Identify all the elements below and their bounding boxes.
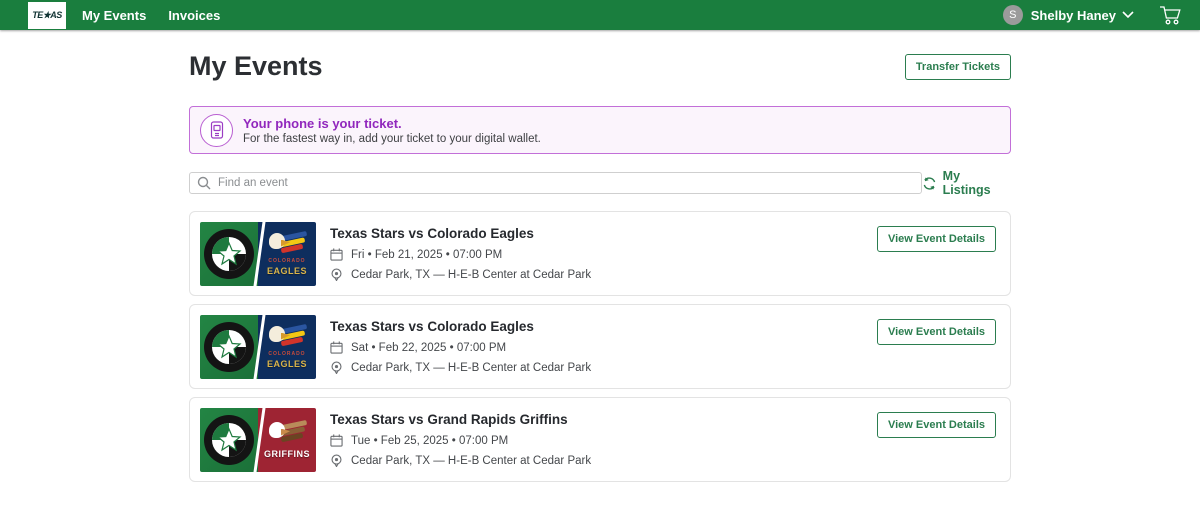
banner-text: Your phone is your ticket. For the faste… xyxy=(243,116,541,145)
event-location-row: Cedar Park, TX — H-E-B Center at Cedar P… xyxy=(330,454,591,467)
phone-icon xyxy=(200,114,233,147)
texas-stars-logo xyxy=(203,414,255,466)
event-location-row: Cedar Park, TX — H-E-B Center at Cedar P… xyxy=(330,361,591,374)
event-info: Texas Stars vs Colorado Eagles Sat • Feb… xyxy=(330,319,591,374)
event-image: GRIFFINS xyxy=(200,408,316,472)
away-banner-label: GRIFFINS xyxy=(260,448,314,460)
location-icon xyxy=(330,268,343,281)
event-card: GRIFFINS Texas Stars vs Grand Rapids Gri… xyxy=(189,397,1011,482)
calendar-icon xyxy=(330,434,343,447)
event-location: Cedar Park, TX — H-E-B Center at Cedar P… xyxy=(351,269,591,281)
home-team-art xyxy=(200,315,258,379)
search-icon xyxy=(197,176,211,190)
away-team-art: GRIFFINS xyxy=(258,408,316,472)
away-banner-label: EAGLES xyxy=(263,358,311,370)
event-datetime: Fri • Feb 21, 2025 • 07:00 PM xyxy=(351,249,502,261)
texas-stars-logo xyxy=(203,321,255,373)
main-content: My Events Transfer Tickets Your phone is… xyxy=(189,51,1011,482)
away-mascot xyxy=(267,231,307,257)
event-list: COLORADO EAGLES Texas Stars vs Colorado … xyxy=(189,211,1011,482)
cart-icon[interactable] xyxy=(1158,4,1182,26)
my-listings-link[interactable]: My Listings xyxy=(922,169,1011,197)
event-location: Cedar Park, TX — H-E-B Center at Cedar P… xyxy=(351,362,591,374)
team-logo[interactable]: TE★AS xyxy=(28,2,66,29)
event-title: Texas Stars vs Grand Rapids Griffins xyxy=(330,412,591,427)
event-datetime-row: Tue • Feb 25, 2025 • 07:00 PM xyxy=(330,434,591,447)
nav-item-invoices[interactable]: Invoices xyxy=(168,8,220,23)
view-event-details-button[interactable]: View Event Details xyxy=(877,226,996,252)
event-datetime-row: Sat • Feb 22, 2025 • 07:00 PM xyxy=(330,341,591,354)
team-logo-text: TE★AS xyxy=(32,10,62,21)
event-datetime: Tue • Feb 25, 2025 • 07:00 PM xyxy=(351,435,508,447)
away-mascot xyxy=(267,420,307,446)
view-event-details-button[interactable]: View Event Details xyxy=(877,412,996,438)
digital-wallet-banner: Your phone is your ticket. For the faste… xyxy=(189,106,1011,154)
page-title: My Events xyxy=(189,51,323,82)
home-team-art xyxy=(200,408,258,472)
event-image: COLORADO EAGLES xyxy=(200,315,316,379)
event-image: COLORADO EAGLES xyxy=(200,222,316,286)
event-title: Texas Stars vs Colorado Eagles xyxy=(330,319,591,334)
search-row: My Listings xyxy=(189,169,1011,197)
calendar-icon xyxy=(330,341,343,354)
page-header: My Events Transfer Tickets xyxy=(189,51,1011,82)
away-team-art: COLORADO EAGLES xyxy=(258,315,316,379)
banner-subtitle: For the fastest way in, add your ticket … xyxy=(243,133,541,145)
away-banner-label: EAGLES xyxy=(263,265,311,277)
event-location-row: Cedar Park, TX — H-E-B Center at Cedar P… xyxy=(330,268,591,281)
my-listings-label: My Listings xyxy=(943,169,1011,197)
user-name[interactable]: Shelby Haney xyxy=(1031,8,1116,23)
avatar[interactable]: S xyxy=(1003,5,1023,25)
away-small-label: COLORADO xyxy=(268,258,305,264)
away-mascot xyxy=(267,324,307,350)
view-event-details-button[interactable]: View Event Details xyxy=(877,319,996,345)
event-info: Texas Stars vs Grand Rapids Griffins Tue… xyxy=(330,412,591,467)
event-title: Texas Stars vs Colorado Eagles xyxy=(330,226,591,241)
event-card: COLORADO EAGLES Texas Stars vs Colorado … xyxy=(189,211,1011,296)
event-datetime-row: Fri • Feb 21, 2025 • 07:00 PM xyxy=(330,248,591,261)
event-location: Cedar Park, TX — H-E-B Center at Cedar P… xyxy=(351,455,591,467)
event-info: Texas Stars vs Colorado Eagles Fri • Feb… xyxy=(330,226,591,281)
nav-item-my-events[interactable]: My Events xyxy=(82,8,146,23)
refresh-icon xyxy=(922,176,937,191)
search-input[interactable] xyxy=(189,172,922,194)
location-icon xyxy=(330,361,343,374)
event-datetime: Sat • Feb 22, 2025 • 07:00 PM xyxy=(351,342,506,354)
chevron-down-icon[interactable] xyxy=(1122,11,1134,19)
top-nav: TE★AS My Events Invoices S Shelby Haney xyxy=(0,0,1200,30)
away-team-art: COLORADO EAGLES xyxy=(258,222,316,286)
banner-title: Your phone is your ticket. xyxy=(243,116,541,131)
search-wrap xyxy=(189,172,922,194)
location-icon xyxy=(330,454,343,467)
event-card: COLORADO EAGLES Texas Stars vs Colorado … xyxy=(189,304,1011,389)
away-small-label: COLORADO xyxy=(268,351,305,357)
home-team-art xyxy=(200,222,258,286)
transfer-tickets-button[interactable]: Transfer Tickets xyxy=(905,54,1011,80)
calendar-icon xyxy=(330,248,343,261)
texas-stars-logo xyxy=(203,228,255,280)
